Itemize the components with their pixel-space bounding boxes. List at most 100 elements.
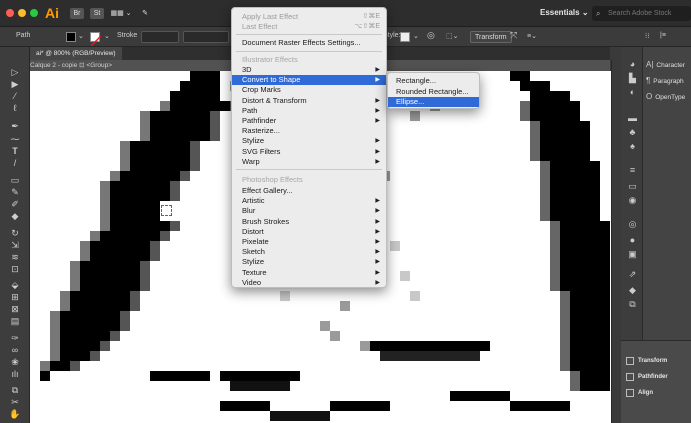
gpu-performance-icon[interactable]: ✎ bbox=[138, 8, 152, 19]
photoshop-blur-item[interactable]: Blur ▶ bbox=[232, 206, 386, 216]
symbols-icon[interactable]: ♣ bbox=[627, 127, 638, 137]
illustrator-path-item[interactable]: Path ▶ bbox=[232, 106, 386, 116]
chevron-down-icon[interactable]: ⌄ bbox=[104, 32, 110, 40]
direct-selection-tool-icon[interactable]: ▶ bbox=[9, 79, 21, 89]
illustrator-svg-filters-item[interactable]: SVG Filters ▶ bbox=[232, 147, 386, 157]
photoshop-sketch-item[interactable]: Sketch ▶ bbox=[232, 247, 386, 257]
shape-builder-tool-icon[interactable]: ⬙ bbox=[9, 280, 21, 290]
rotate-tool-icon[interactable]: ↻ bbox=[9, 228, 21, 238]
eraser-tool-icon[interactable]: ◆ bbox=[9, 211, 21, 221]
image-trace-icon[interactable]: ● bbox=[627, 235, 638, 245]
pen-tool-icon[interactable]: ✒ bbox=[9, 121, 21, 131]
photoshop-video-item[interactable]: Video ▶ bbox=[232, 278, 386, 288]
illustrator-crop-marks-item[interactable]: Crop Marks bbox=[232, 85, 386, 95]
line-tool-icon[interactable]: / bbox=[9, 158, 21, 168]
lasso-tool-icon[interactable]: ℓ bbox=[9, 103, 21, 113]
graphic-style-swatch[interactable] bbox=[400, 32, 410, 42]
bridge-icon[interactable]: Br bbox=[70, 8, 84, 19]
stroke-weight-field[interactable] bbox=[141, 31, 179, 43]
photoshop-stylize-item[interactable]: Stylize ▶ bbox=[232, 257, 386, 267]
photoshop-distort-item[interactable]: Distort ▶ bbox=[232, 227, 386, 237]
transparency-icon[interactable]: ◉ bbox=[627, 195, 638, 205]
stroke-swatch[interactable] bbox=[90, 32, 102, 47]
column-graph-tool-icon[interactable]: ılı bbox=[9, 369, 21, 379]
artboards-icon[interactable]: ⧉ bbox=[627, 299, 638, 309]
symbol-sprayer-tool-icon[interactable]: ❀ bbox=[9, 357, 21, 367]
pencil-tool-icon[interactable]: ✐ bbox=[9, 199, 21, 209]
photoshop-artistic-item[interactable]: Artistic ▶ bbox=[232, 196, 386, 206]
brushes-icon[interactable]: ▬ bbox=[627, 113, 638, 123]
blend-tool-icon[interactable]: ∞ bbox=[9, 345, 21, 355]
breadcrumb[interactable]: Calque 2 - copie ⊡ <Group> bbox=[30, 61, 112, 71]
type-tool-icon[interactable]: T bbox=[9, 146, 21, 156]
color-guide-icon[interactable]: ▙ bbox=[627, 73, 638, 83]
paragraph-panel-tab[interactable]: ¶ Paragraph bbox=[646, 75, 684, 87]
apply-last-effect-item[interactable]: Apply Last Effect ⇧⌘E bbox=[232, 12, 386, 22]
menu-icon[interactable]: ≡⌄ bbox=[527, 32, 537, 40]
mesh-tool-icon[interactable]: ⊠ bbox=[9, 304, 21, 314]
photoshop-texture-item[interactable]: Texture ▶ bbox=[232, 268, 386, 278]
shape-properties-icon[interactable]: ⤧ bbox=[510, 30, 517, 41]
hand-tool-icon[interactable]: ✋ bbox=[9, 409, 21, 419]
selection-tool-icon[interactable]: ▷ bbox=[9, 67, 21, 77]
arrange-documents-icon[interactable]: ▦▦ ⌄ bbox=[110, 8, 132, 19]
workspace-switcher[interactable]: Essentials ⌄ bbox=[540, 8, 589, 17]
vertical-scrollbar[interactable] bbox=[611, 60, 621, 423]
close-window-button[interactable] bbox=[6, 9, 14, 17]
illustrator-convert-to-shape-item[interactable]: Convert to Shape ▶ bbox=[232, 75, 386, 86]
illustrator-warp-item[interactable]: Warp ▶ bbox=[232, 157, 386, 167]
stock-icon[interactable]: St bbox=[90, 8, 104, 19]
stroke-panel-icon[interactable]: ≡ bbox=[627, 165, 638, 175]
panel-options-icon[interactable]: ⁝⁝ bbox=[645, 32, 649, 40]
graphic-styles-icon[interactable]: ♠ bbox=[627, 141, 638, 151]
photoshop-effect-gallery-item[interactable]: Effect Gallery... bbox=[232, 186, 386, 196]
last-effect-item[interactable]: Last Effect ⌥⇧⌘E bbox=[232, 22, 386, 32]
illustrator-rasterize-item[interactable]: Rasterize... bbox=[232, 126, 386, 136]
align-panel-tab[interactable]: Align bbox=[638, 387, 653, 399]
photoshop-brush-strokes-item[interactable]: Brush Strokes ▶ bbox=[232, 217, 386, 227]
gradient-tool-icon[interactable]: ▤ bbox=[9, 316, 21, 326]
convert-rectangle-item[interactable]: Rectangle... bbox=[388, 76, 479, 86]
asset-export-icon[interactable]: ◆ bbox=[627, 285, 638, 295]
swatches-icon[interactable]: ◐ bbox=[627, 87, 638, 97]
convert-ellipse-item[interactable]: Ellipse... bbox=[388, 97, 479, 107]
document-raster-effects-item[interactable]: Document Raster Effects Settings... bbox=[232, 38, 386, 48]
curvature-tool-icon[interactable]: ⁓ bbox=[9, 134, 21, 144]
slice-tool-icon[interactable]: ✂ bbox=[9, 397, 21, 407]
pathfinder-panel-tab[interactable]: Pathfinder bbox=[638, 371, 668, 383]
transform-button[interactable]: Transform bbox=[470, 31, 512, 43]
zoom-window-button[interactable] bbox=[30, 9, 38, 17]
arrange-panels-icon[interactable]: |≡ bbox=[660, 32, 666, 39]
illustrator-stylize-item[interactable]: Stylize ▶ bbox=[232, 136, 386, 146]
minimize-window-button[interactable] bbox=[18, 9, 26, 17]
paintbrush-tool-icon[interactable]: ✎ bbox=[9, 187, 21, 197]
perspective-grid-tool-icon[interactable]: ⊞ bbox=[9, 292, 21, 302]
artboard-tool-icon[interactable]: ⧉ bbox=[9, 385, 21, 395]
gradient-panel-icon[interactable]: ▭ bbox=[627, 181, 638, 191]
width-tool-icon[interactable]: ≋ bbox=[9, 252, 21, 262]
magic-wand-tool-icon[interactable]: ⁄ bbox=[9, 91, 21, 101]
photoshop-pixelate-item[interactable]: Pixelate ▶ bbox=[232, 237, 386, 247]
adobe-stock-search[interactable]: ⌕ Search Adobe Stock bbox=[592, 6, 691, 21]
chevron-down-icon[interactable]: ⌄ bbox=[78, 32, 84, 40]
variable-width-field[interactable] bbox=[183, 31, 229, 43]
convert-rounded-rectangle-item[interactable]: Rounded Rectangle... bbox=[388, 87, 479, 97]
opentype-panel-tab[interactable]: O OpenType bbox=[646, 91, 685, 103]
scale-tool-icon[interactable]: ⇲ bbox=[9, 240, 21, 250]
character-panel-tab[interactable]: A| Character bbox=[646, 59, 685, 71]
appearance-icon[interactable]: ◎ bbox=[627, 219, 638, 229]
layers-icon[interactable]: ▣ bbox=[627, 249, 638, 259]
align-icon[interactable]: ⬚⌄ bbox=[446, 32, 458, 40]
recolor-artwork-icon[interactable]: ◎ bbox=[427, 30, 435, 41]
document-tab[interactable]: ai* @ 800% (RGB/Preview) bbox=[30, 47, 122, 60]
rectangle-tool-icon[interactable]: ▭ bbox=[9, 175, 21, 185]
illustrator-3d-item[interactable]: 3D ▶ bbox=[232, 65, 386, 75]
eyedropper-tool-icon[interactable]: ✑ bbox=[9, 333, 21, 343]
illustrator-pathfinder-item[interactable]: Pathfinder ▶ bbox=[232, 116, 386, 126]
export-icon[interactable]: ⇗ bbox=[627, 269, 638, 279]
illustrator-distort-transform-item[interactable]: Distort & Transform ▶ bbox=[232, 96, 386, 106]
chevron-down-icon[interactable]: ⌄ bbox=[413, 32, 419, 40]
fill-swatch[interactable] bbox=[66, 32, 76, 42]
transform-panel-tab[interactable]: Transform bbox=[638, 355, 667, 367]
free-transform-tool-icon[interactable]: ⊡ bbox=[9, 264, 21, 274]
